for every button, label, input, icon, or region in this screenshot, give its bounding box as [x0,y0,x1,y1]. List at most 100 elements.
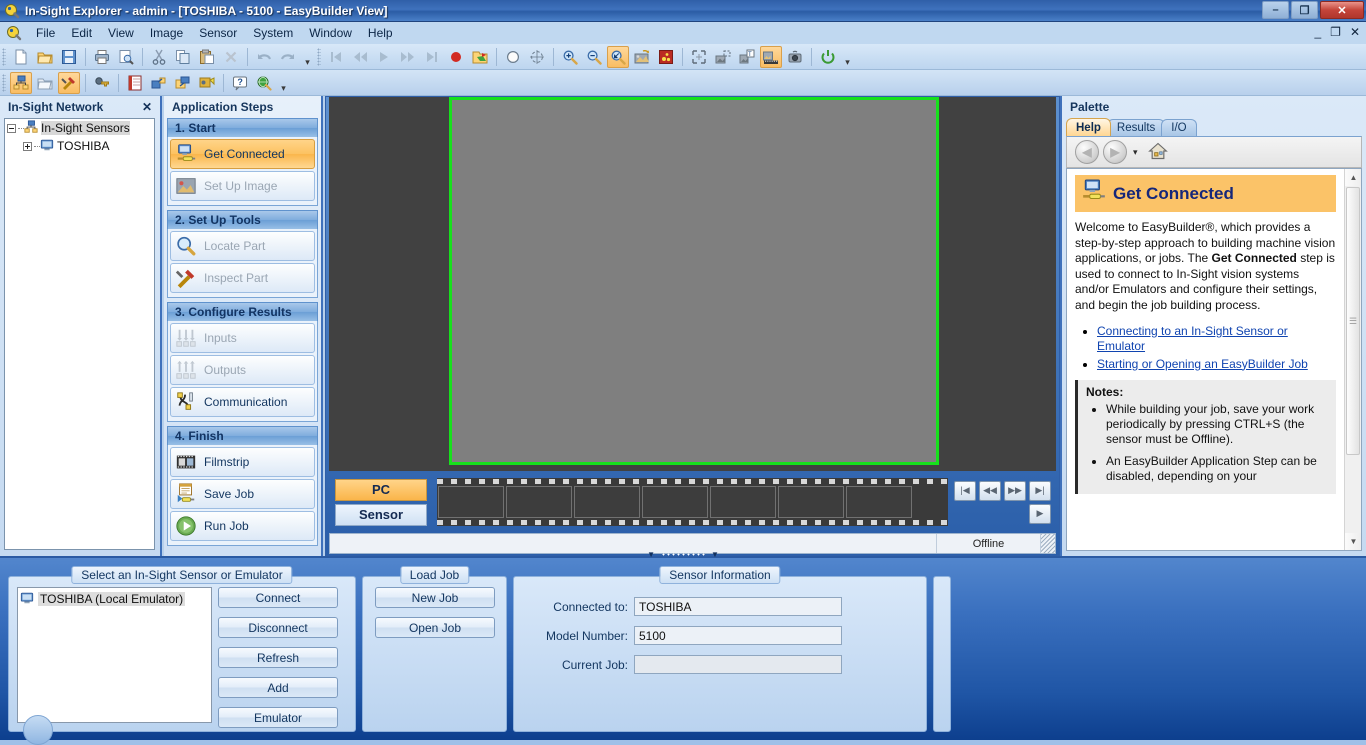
resize-grip[interactable] [1041,534,1055,553]
home-icon[interactable] [1147,141,1168,164]
mdi-restore-button[interactable]: ❐ [1330,25,1341,39]
help-link-connecting[interactable]: Connecting to an In-Sight Sensor or Emul… [1097,324,1288,353]
last-record-icon[interactable] [421,46,443,68]
step-get-connected[interactable]: Get Connected [170,139,315,169]
list-item[interactable]: TOSHIBA (Local Emulator) [18,590,211,608]
step-communication[interactable]: Communication [170,387,315,417]
copy-icon[interactable] [172,46,194,68]
sensor-list[interactable]: TOSHIBA (Local Emulator) [17,587,212,723]
sensor-source-button[interactable]: Sensor [335,503,427,526]
window-controls[interactable]: – ❐ ✕ [1262,1,1364,19]
filmstrip-frame[interactable] [642,486,708,518]
help-link-starting[interactable]: Starting or Opening an EasyBuilder Job [1097,357,1308,371]
current-job-input[interactable] [634,655,842,674]
image-display-icon[interactable] [631,46,653,68]
overflow-icon[interactable]: ▾ [278,72,289,94]
help-content-panel[interactable]: Get Connected Welcome to EasyBuilder®, w… [1066,168,1362,551]
menu-bar[interactable]: File Edit View Image Sensor System Windo… [0,22,1366,44]
help-navigation-bar[interactable]: ◀ ▶ ▾ [1066,136,1362,168]
close-button[interactable]: ✕ [1320,1,1364,19]
emulator-button[interactable]: Emulator [218,707,338,728]
web-help-icon[interactable] [253,72,275,94]
restore-icon[interactable] [196,72,218,94]
cut-icon[interactable] [148,46,170,68]
disconnect-button[interactable]: Disconnect [218,617,338,638]
minimize-button[interactable]: – [1262,1,1289,19]
menu-item-window[interactable]: Window [301,24,360,42]
crosshair-tool-icon[interactable] [526,46,548,68]
mdi-minimize-button[interactable]: _ [1314,25,1321,39]
tab-results[interactable]: Results [1106,119,1166,136]
connected-to-input[interactable]: TOSHIBA [634,597,842,616]
step-inputs[interactable]: Inputs [170,323,315,353]
fullscreen-icon[interactable] [688,46,710,68]
print-icon[interactable] [91,46,113,68]
step-inspect-part[interactable]: Inspect Part [170,263,315,293]
circle-tool-icon[interactable] [502,46,524,68]
save-icon[interactable] [58,46,80,68]
result-graphics-icon[interactable]: T [736,46,758,68]
scroll-up-icon[interactable]: ▲ [1345,169,1361,186]
filmstrip-frame[interactable] [846,486,912,518]
pc-source-button[interactable]: PC [335,478,427,501]
first-frame-button[interactable]: |◀ [954,480,976,501]
toolbar-grip[interactable] [317,47,321,66]
first-record-icon[interactable] [325,46,347,68]
image-source-toggle[interactable]: PC Sensor [335,478,427,526]
zoom-in-icon[interactable] [559,46,581,68]
collapse-icon[interactable] [7,123,16,133]
help-scrollbar[interactable]: ▲ ☰ ▼ [1344,169,1361,550]
help-back-button[interactable]: ◀ [1075,140,1099,164]
filmstrip-frame[interactable] [710,486,776,518]
filmstrip-frame[interactable] [506,486,572,518]
live-video-icon[interactable] [784,46,806,68]
mdi-close-button[interactable]: ✕ [1350,25,1360,39]
menu-item-file[interactable]: File [28,24,63,42]
app-menu-icon[interactable] [6,25,22,41]
panel-splitter[interactable]: ▼ ▼ [646,550,720,559]
model-number-input[interactable]: 5100 [634,626,842,645]
close-icon[interactable]: ✕ [142,100,152,114]
menu-item-help[interactable]: Help [360,24,401,42]
help-icon[interactable]: ? [229,72,251,94]
step-group-configure-results[interactable]: 3. Configure Results [167,302,318,321]
sensor-action-buttons[interactable]: Connect Disconnect Refresh Add Emulator [218,587,338,728]
tab-io[interactable]: I/O [1161,119,1197,136]
last-frame-button[interactable]: ▶| [1029,480,1051,501]
standard-toolbar[interactable]: ▾ T ▾ [0,44,1366,70]
user-access-icon[interactable] [91,72,113,94]
step-filmstrip[interactable]: Filmstrip [170,447,315,477]
filmstrip-nav[interactable]: |◀ ◀◀ ▶▶ ▶| ▶ [954,480,1051,524]
play-frames-button[interactable]: ▶ [1029,503,1051,524]
expand-icon[interactable] [23,141,32,151]
toolbar-grip[interactable] [2,47,6,66]
toolbar-grip[interactable] [2,73,6,92]
zoom-out-icon[interactable] [583,46,605,68]
step-set-up-image[interactable]: Set Up Image [170,171,315,201]
help-forward-button[interactable]: ▶ [1103,140,1127,164]
menu-item-system[interactable]: System [245,24,301,42]
print-preview-icon[interactable] [115,46,137,68]
overflow-icon[interactable]: ▾ [302,46,313,68]
connect-button[interactable]: Connect [218,587,338,608]
in-sight-files-icon[interactable] [34,72,56,94]
maximize-button[interactable]: ❐ [1291,1,1318,19]
load-job-buttons[interactable]: New Job Open Job [375,587,495,638]
overflow-icon[interactable]: ▾ [842,46,853,68]
splitter-collapse-up-icon[interactable]: ▼ [647,550,655,559]
menu-item-image[interactable]: Image [142,24,191,42]
redo-icon[interactable] [277,46,299,68]
tree-item-toshiba[interactable]: TOSHIBA [5,137,154,155]
filmstrip[interactable] [437,478,948,526]
image-canvas[interactable] [449,97,939,465]
image-display-area[interactable] [329,97,1056,471]
filmstrip-nav-row[interactable]: |◀ ◀◀ ▶▶ ▶| [954,480,1051,501]
online-offline-icon[interactable] [817,46,839,68]
step-run-job[interactable]: Run Job [170,511,315,541]
spreadsheet-icon[interactable] [124,72,146,94]
prev-record-icon[interactable] [349,46,371,68]
step-outputs[interactable]: Outputs [170,355,315,385]
step-locate-part[interactable]: Locate Part [170,231,315,261]
splitter-grip[interactable] [661,551,705,557]
filmstrip-frame[interactable] [438,486,504,518]
